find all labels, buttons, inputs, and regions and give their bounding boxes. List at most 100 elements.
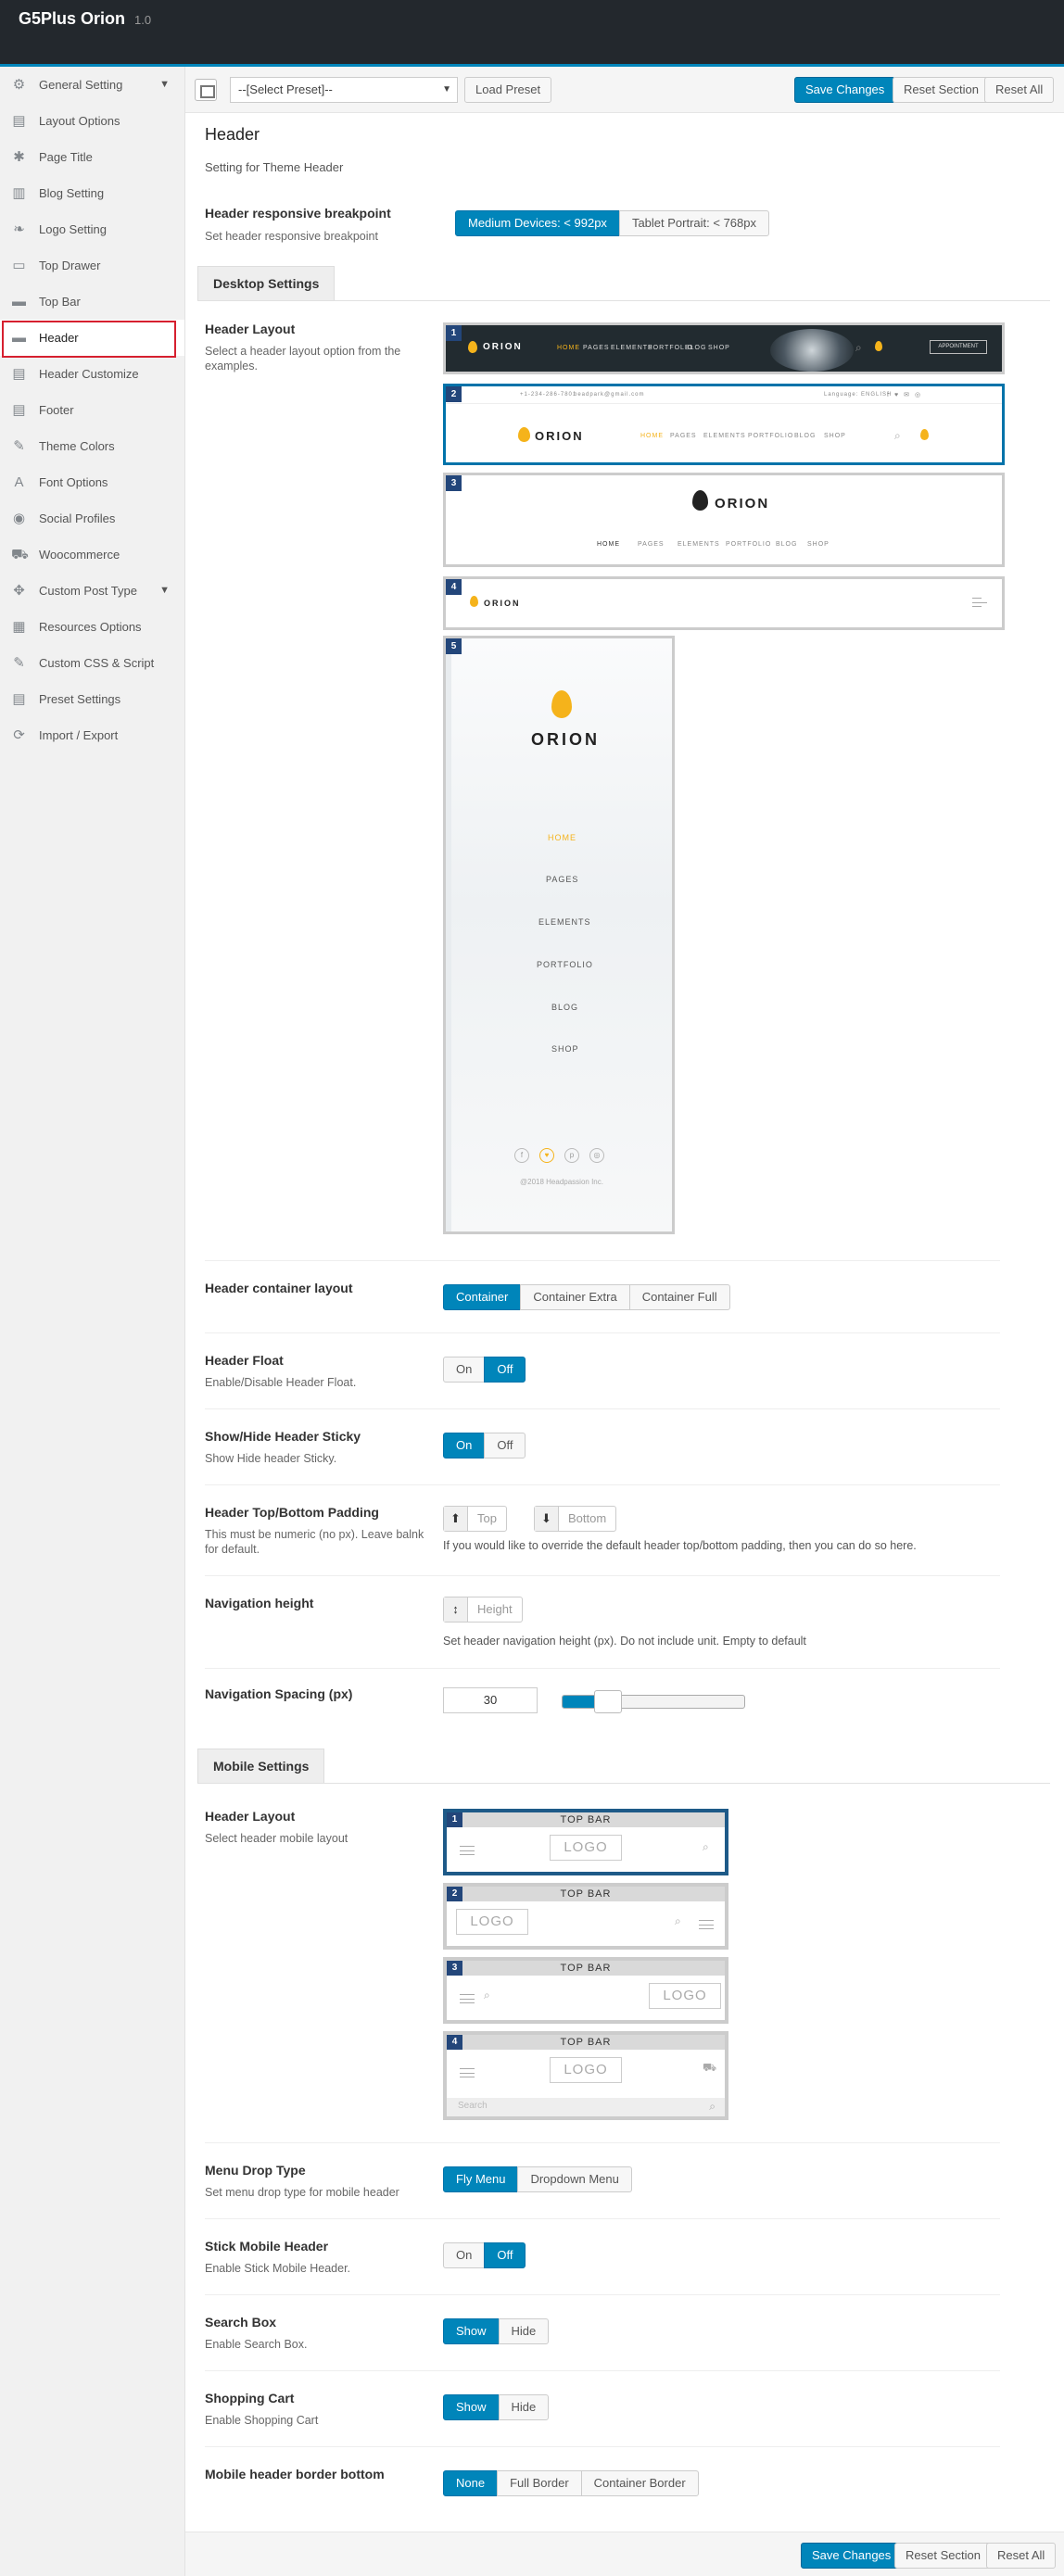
load-preset-button[interactable]: Load Preset	[464, 77, 552, 103]
sidebar-item-label: Page Title	[39, 150, 93, 164]
float-option-on[interactable]: On	[443, 1357, 486, 1383]
slider-handle[interactable]	[594, 1690, 623, 1713]
sidebar-item-import-export[interactable]: ⟳ Import / Export	[0, 717, 184, 753]
layout5-nav-shop: SHOP	[551, 1044, 579, 1054]
border-option-none[interactable]: None	[443, 2470, 499, 2496]
menudrop-toggle: Fly Menu Dropdown Menu	[443, 2166, 632, 2192]
breakpoint-option-tablet[interactable]: Tablet Portrait: < 768px	[618, 210, 769, 236]
separator	[205, 2142, 1000, 2143]
sidebar-item-header[interactable]: ▬ Header	[0, 320, 184, 358]
mobile-layout-2[interactable]: 2 TOP BAR LOGO ⌕	[443, 1883, 728, 1950]
desktop-layout-desc: Select a header layout option from the e…	[205, 345, 401, 373]
layout5-logo: ORION	[531, 730, 601, 749]
sidebar-item-layout-options[interactable]: ▤ Layout Options	[0, 103, 184, 139]
menudrop-desc: Set menu drop type for mobile header	[205, 2186, 399, 2199]
container-option-container[interactable]: Container	[443, 1284, 522, 1310]
layout3-nav-pages: PAGES	[638, 541, 665, 548]
header-layout-3[interactable]: 3 ORION HOME PAGES ELEMENTS PORTFOLIO BL…	[443, 473, 1005, 567]
layout3-nav-home: HOME	[597, 541, 620, 548]
sidebar-item-header-customize[interactable]: ▤ Header Customize	[0, 356, 184, 392]
container-toggle: Container Container Extra Container Full	[443, 1284, 730, 1310]
float-option-off[interactable]: Off	[484, 1357, 526, 1383]
sticky-option-off[interactable]: Off	[484, 1433, 526, 1458]
reset-all-button[interactable]: Reset All	[984, 77, 1055, 103]
sidebar-item-top-drawer[interactable]: ▭ Top Drawer	[0, 247, 184, 284]
sidebar-item-custom-post-type[interactable]: ✥ Custom Post Type ▼	[0, 573, 184, 609]
cart-icon: ⛟	[703, 2061, 717, 2074]
sidebar-item-footer[interactable]: ▤ Footer	[0, 392, 184, 428]
sticky-option-on[interactable]: On	[443, 1433, 486, 1458]
menudrop-label: Menu Drop Type	[205, 2163, 306, 2178]
layout-number: 5	[446, 638, 462, 654]
tab-mobile-settings[interactable]: Mobile Settings	[197, 1749, 325, 1784]
reset-all-button-bottom[interactable]: Reset All	[986, 2543, 1057, 2569]
save-changes-button-bottom[interactable]: Save Changes	[801, 2543, 903, 2569]
mobile-topbar: TOP BAR	[447, 1961, 725, 1976]
sidebar-item-label: Layout Options	[39, 114, 120, 128]
searchbox-option-show[interactable]: Show	[443, 2318, 500, 2344]
navspacing-slider[interactable]	[562, 1690, 745, 1713]
header-layout-1[interactable]: 1 ORION HOME PAGES ELEMENTS PORTFOLIO BL…	[443, 322, 1005, 374]
stickmobile-option-off[interactable]: Off	[484, 2242, 526, 2268]
separator	[205, 1575, 1000, 1576]
searchbox-option-hide[interactable]: Hide	[498, 2318, 550, 2344]
sidebar-item-preset-settings[interactable]: ▤ Preset Settings	[0, 681, 184, 717]
separator	[205, 2218, 1000, 2219]
layout1-appointment-button: APPOINTMENT	[930, 340, 987, 354]
container-option-full[interactable]: Container Full	[628, 1284, 730, 1310]
sidebar-item-label: Top Drawer	[39, 259, 101, 272]
reset-section-button-bottom[interactable]: Reset Section	[894, 2543, 992, 2569]
sidebar-item-font-options[interactable]: A Font Options	[0, 464, 184, 500]
header-customize-icon: ▤	[12, 366, 26, 382]
padding-top-input[interactable]: ⬆ Top	[443, 1506, 507, 1532]
sticky-toggle: On Off	[443, 1433, 526, 1458]
header-layout-2[interactable]: 2 +1-234-286-7801 headpark@gmail.com Lan…	[443, 384, 1005, 465]
sidebar-item-page-title[interactable]: ✱ Page Title	[0, 139, 184, 175]
navheight-input[interactable]: ↕ Height	[443, 1597, 523, 1623]
sidebar-item-label: Woocommerce	[39, 548, 120, 562]
border-option-full[interactable]: Full Border	[497, 2470, 582, 2496]
sidebar-item-custom-css-script[interactable]: ✎ Custom CSS & Script	[0, 645, 184, 681]
container-option-extra[interactable]: Container Extra	[520, 1284, 630, 1310]
menu-icon	[699, 1920, 714, 1929]
sidebar-item-blog-setting[interactable]: ▥ Blog Setting	[0, 175, 184, 211]
cart-option-show[interactable]: Show	[443, 2394, 500, 2420]
chevron-down-icon: ▼	[159, 79, 170, 90]
mobile-logo: LOGO	[550, 2057, 622, 2083]
navspacing-input[interactable]: 30	[443, 1687, 538, 1713]
breakpoint-option-medium[interactable]: Medium Devices: < 992px	[455, 210, 620, 236]
cart-label: Shopping Cart	[205, 2391, 295, 2406]
facebook-icon: f	[514, 1148, 529, 1163]
sidebar-item-theme-colors[interactable]: ✎ Theme Colors	[0, 428, 184, 464]
cart-option-hide[interactable]: Hide	[498, 2394, 550, 2420]
padding-bottom-input[interactable]: ⬇ Bottom	[534, 1506, 617, 1532]
sidebar-item-general-setting[interactable]: ⚙ General Setting ▼	[0, 67, 184, 103]
stickmobile-option-on[interactable]: On	[443, 2242, 486, 2268]
container-label: Header container layout	[205, 1281, 353, 1295]
sidebar-item-resources-options[interactable]: ▦ Resources Options	[0, 609, 184, 645]
mobile-search-bar: Search ⌕	[447, 2098, 725, 2116]
sidebar-item-top-bar[interactable]: ▬ Top Bar	[0, 284, 184, 320]
save-changes-button[interactable]: Save Changes	[794, 77, 896, 103]
blog-icon: ▥	[12, 185, 26, 201]
preset-select[interactable]: --[Select Preset]-- ▼	[230, 77, 458, 103]
sidebar-item-logo-setting[interactable]: ❧ Logo Setting	[0, 211, 184, 247]
mobile-topbar: TOP BAR	[447, 2035, 725, 2050]
tab-desktop-settings[interactable]: Desktop Settings	[197, 266, 336, 301]
sidebar-item-social-profiles[interactable]: ◉ Social Profiles	[0, 500, 184, 537]
search-icon: ⌕	[709, 2100, 716, 2113]
header-layout-5[interactable]: 5 ORION HOME PAGES ELEMENTS PORTFOLIO BL…	[443, 636, 675, 1234]
preset-icon	[195, 79, 217, 101]
menudrop-option-fly[interactable]: Fly Menu	[443, 2166, 519, 2192]
logo-flame-icon	[518, 427, 530, 442]
reset-section-button[interactable]: Reset Section	[893, 77, 990, 103]
mobile-layout-1[interactable]: 1 TOP BAR LOGO ⌕	[443, 1809, 728, 1875]
search-icon: ⌕	[855, 341, 862, 354]
mobile-layout-4[interactable]: 4 TOP BAR LOGO ⛟ Search ⌕	[443, 2031, 728, 2120]
sidebar-item-woocommerce[interactable]: ⛟ Woocommerce	[0, 537, 184, 573]
border-option-container[interactable]: Container Border	[580, 2470, 699, 2496]
header-layout-4[interactable]: 4 ORION	[443, 576, 1005, 630]
menudrop-option-dropdown[interactable]: Dropdown Menu	[517, 2166, 632, 2192]
mobile-layout-3[interactable]: 3 TOP BAR ⌕ LOGO	[443, 1957, 728, 2024]
stickmobile-toggle: On Off	[443, 2242, 526, 2268]
